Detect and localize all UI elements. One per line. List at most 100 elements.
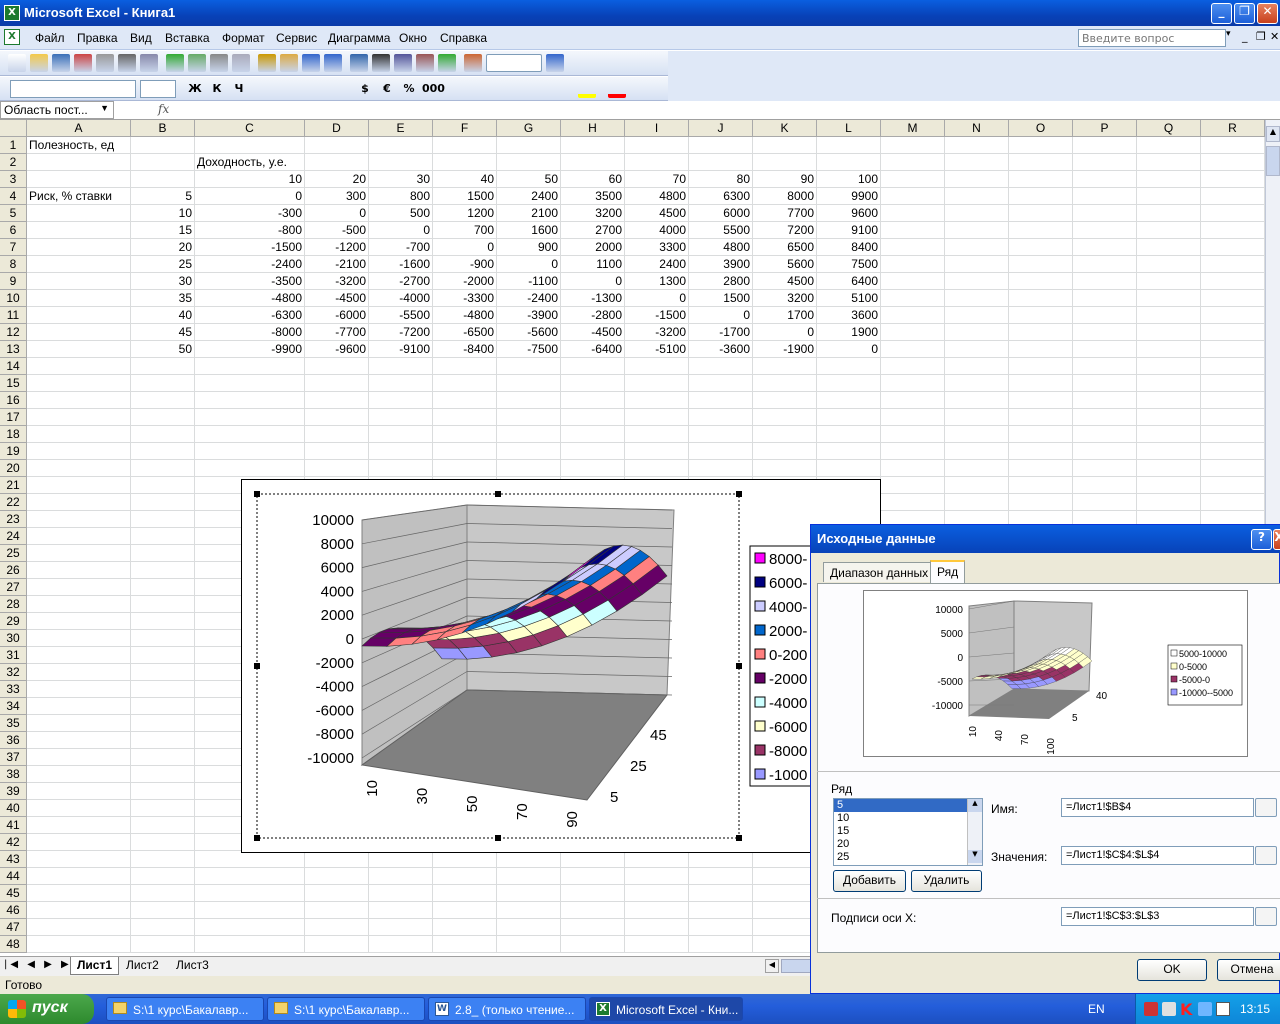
cell[interactable] (1137, 477, 1201, 494)
cell[interactable] (1009, 358, 1073, 375)
cell[interactable] (27, 596, 131, 613)
column-header-F[interactable]: F (433, 120, 497, 137)
row-header[interactable]: 8 (0, 256, 27, 273)
embedded-chart[interactable]: 10000 8000 6000 4000 2000 0 -2000 -4000 -6000 -80… (241, 479, 881, 853)
cell[interactable] (131, 732, 195, 749)
menu-item-8[interactable]: Справка (440, 31, 487, 45)
cell[interactable] (131, 698, 195, 715)
cell[interactable] (27, 205, 131, 222)
cell[interactable] (131, 783, 195, 800)
row-header[interactable]: 5 (0, 205, 27, 222)
cell[interactable] (817, 358, 881, 375)
cell[interactable]: -9900 (195, 341, 305, 358)
cell[interactable]: -7500 (497, 341, 561, 358)
cell[interactable] (1201, 188, 1265, 205)
dec-decimal-icon[interactable] (466, 80, 484, 98)
cell[interactable] (881, 256, 945, 273)
sort-asc-icon[interactable] (394, 54, 412, 72)
cell[interactable]: -5500 (369, 307, 433, 324)
cell[interactable]: Полезность, ед (27, 137, 131, 154)
cell[interactable] (131, 392, 195, 409)
cell[interactable] (27, 273, 131, 290)
cell[interactable] (27, 460, 131, 477)
cell[interactable] (497, 936, 561, 953)
cell[interactable] (131, 936, 195, 953)
cell[interactable] (497, 409, 561, 426)
cell[interactable] (27, 392, 131, 409)
cell[interactable] (131, 800, 195, 817)
paste-icon[interactable] (258, 54, 276, 72)
cell[interactable] (881, 392, 945, 409)
name-field[interactable]: =Лист1!$B$4 (1061, 798, 1254, 817)
cell[interactable] (1073, 409, 1137, 426)
column-header-B[interactable]: B (131, 120, 195, 137)
cell[interactable] (689, 936, 753, 953)
cell[interactable]: -3500 (195, 273, 305, 290)
maximize-button[interactable]: ❐ (1234, 3, 1255, 24)
cell[interactable] (131, 681, 195, 698)
cell[interactable] (27, 817, 131, 834)
cell[interactable] (27, 375, 131, 392)
cell[interactable] (131, 545, 195, 562)
cell[interactable] (131, 766, 195, 783)
cell[interactable] (131, 919, 195, 936)
cell[interactable] (1073, 222, 1137, 239)
cell[interactable] (27, 341, 131, 358)
cell[interactable]: 500 (369, 205, 433, 222)
cell[interactable] (1201, 409, 1265, 426)
cell[interactable] (1201, 154, 1265, 171)
cell[interactable] (369, 392, 433, 409)
doc-close-button[interactable]: ✕ (1270, 30, 1279, 43)
cell[interactable]: 45 (131, 324, 195, 341)
start-button[interactable]: пуск (0, 994, 94, 1024)
cell[interactable] (27, 426, 131, 443)
cell[interactable] (27, 885, 131, 902)
cell[interactable] (945, 392, 1009, 409)
tray-app-icon[interactable] (1144, 1002, 1158, 1016)
cell[interactable] (881, 375, 945, 392)
cell[interactable]: 800 (369, 188, 433, 205)
cell[interactable]: -4500 (305, 290, 369, 307)
cell[interactable] (1201, 341, 1265, 358)
cell[interactable]: -1100 (497, 273, 561, 290)
row-header[interactable]: 48 (0, 936, 27, 953)
ask-dropdown-icon[interactable]: ▾ (1226, 29, 1240, 47)
cell[interactable] (1073, 460, 1137, 477)
column-header-H[interactable]: H (561, 120, 625, 137)
cell[interactable] (433, 460, 497, 477)
open-icon[interactable] (30, 54, 48, 72)
cell[interactable] (27, 749, 131, 766)
cell[interactable] (131, 171, 195, 188)
cell[interactable] (1073, 137, 1137, 154)
cell[interactable]: -6500 (433, 324, 497, 341)
cell[interactable] (195, 460, 305, 477)
cell[interactable] (1201, 426, 1265, 443)
cell[interactable]: 0 (625, 290, 689, 307)
cell[interactable] (1137, 392, 1201, 409)
cell[interactable]: -500 (305, 222, 369, 239)
cell[interactable] (27, 511, 131, 528)
cell[interactable] (1201, 494, 1265, 511)
cell[interactable] (497, 426, 561, 443)
list-scroll-up-icon[interactable]: ▲ (968, 799, 982, 812)
cell[interactable]: 6000 (689, 205, 753, 222)
sheet-nav-arrows-icon[interactable]: |◀ ◀ ▶ ▶| (4, 959, 78, 970)
cell[interactable] (625, 426, 689, 443)
cell[interactable]: 2800 (689, 273, 753, 290)
cell[interactable] (817, 409, 881, 426)
cell[interactable]: -6400 (561, 341, 625, 358)
sheet-tab-3[interactable]: Лист3 (170, 957, 215, 975)
cell[interactable] (27, 477, 131, 494)
cell[interactable] (1201, 307, 1265, 324)
taskbar-item-folder-1[interactable]: S:\1 курс\Бакалавр... (106, 997, 264, 1021)
cell[interactable] (195, 375, 305, 392)
hyperlink-icon[interactable] (350, 54, 368, 72)
cell[interactable] (1009, 137, 1073, 154)
language-indicator[interactable]: EN (1088, 1002, 1105, 1016)
cell[interactable] (625, 392, 689, 409)
cell[interactable] (497, 358, 561, 375)
ask-question-input[interactable]: Введите вопрос (1078, 29, 1226, 47)
formula-input[interactable] (174, 101, 1280, 119)
grow-font-icon[interactable] (638, 80, 656, 98)
cell[interactable]: 9100 (817, 222, 881, 239)
